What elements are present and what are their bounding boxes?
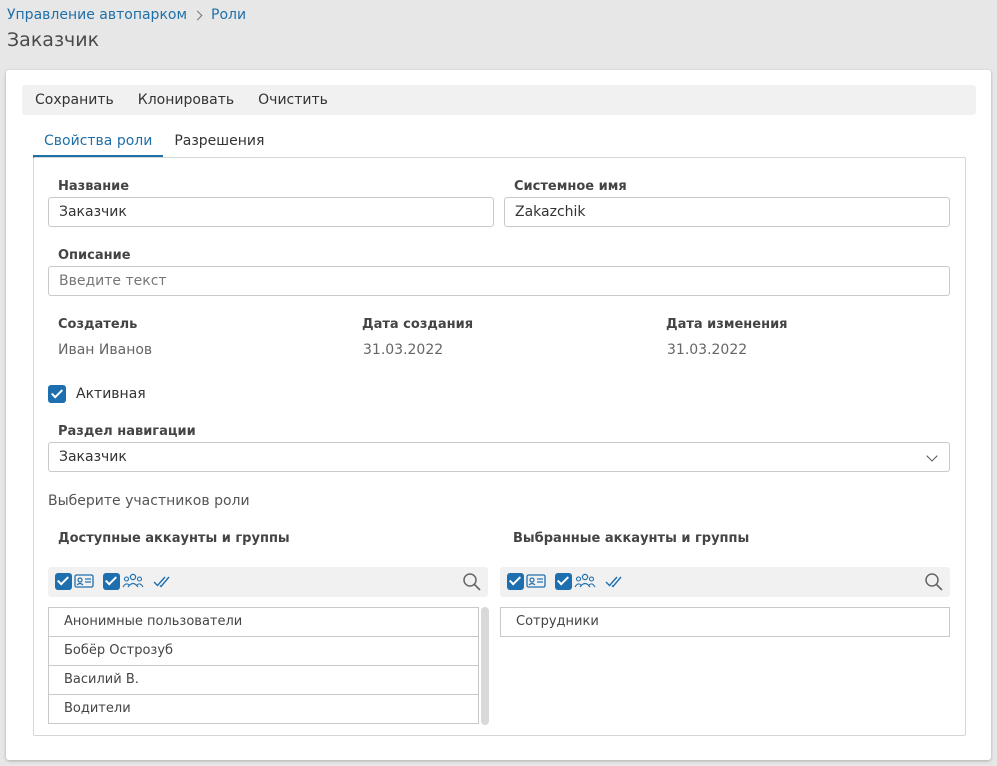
nav-section-select[interactable]: Заказчик bbox=[48, 442, 950, 472]
filter-accounts-checkbox[interactable] bbox=[55, 573, 72, 590]
page-title: Заказчик bbox=[7, 29, 100, 51]
tab-permissions[interactable]: Разрешения bbox=[163, 128, 275, 158]
double-check-icon[interactable] bbox=[605, 572, 623, 590]
chevron-right-icon bbox=[192, 10, 203, 20]
clone-button[interactable]: Клонировать bbox=[138, 92, 234, 108]
tabs: Свойства роли Разрешения bbox=[33, 128, 275, 158]
search-icon[interactable] bbox=[462, 572, 482, 592]
nav-section-label: Раздел навигации bbox=[58, 424, 196, 439]
active-checkbox[interactable] bbox=[48, 385, 66, 403]
breadcrumb: Управление автопарком Роли bbox=[7, 7, 246, 23]
available-title: Доступные аккаунты и группы bbox=[58, 531, 290, 546]
role-card: Сохранить Клонировать Очистить Свойства … bbox=[6, 70, 991, 760]
list-item[interactable]: Бобёр Острозуб bbox=[48, 636, 479, 666]
breadcrumb-current-link[interactable]: Роли bbox=[211, 7, 246, 23]
user-card-icon bbox=[74, 574, 94, 588]
selected-list: Сотрудники bbox=[500, 607, 950, 637]
created-date-label: Дата создания bbox=[362, 317, 474, 332]
save-button[interactable]: Сохранить bbox=[35, 92, 114, 108]
creator-value: Иван Иванов bbox=[58, 342, 153, 358]
description-label: Описание bbox=[58, 248, 131, 263]
breadcrumb-root-link[interactable]: Управление автопарком bbox=[7, 7, 187, 23]
users-group-icon bbox=[122, 573, 144, 588]
system-name-label: Системное имя bbox=[514, 179, 627, 194]
modified-date-label: Дата изменения bbox=[666, 317, 788, 332]
search-icon[interactable] bbox=[924, 572, 944, 592]
available-scrollbar[interactable] bbox=[481, 607, 489, 725]
members-heading: Выберите участников роли bbox=[48, 493, 250, 509]
users-group-icon bbox=[574, 573, 596, 588]
active-label: Активная bbox=[76, 386, 146, 402]
available-toolbar bbox=[48, 567, 488, 597]
list-item[interactable]: Анонимные пользователи bbox=[48, 607, 479, 637]
filter-groups-checkbox[interactable] bbox=[103, 573, 120, 590]
list-item[interactable]: Василий В. bbox=[48, 665, 479, 695]
role-properties-panel: Название Заказчик Системное имя Zakazchi… bbox=[33, 157, 966, 736]
modified-date-value: 31.03.2022 bbox=[667, 342, 748, 358]
double-check-icon[interactable] bbox=[153, 572, 171, 590]
selected-title: Выбранные аккаунты и группы bbox=[513, 531, 750, 546]
filter-groups-checkbox[interactable] bbox=[555, 573, 572, 590]
nav-section-value: Заказчик bbox=[59, 449, 127, 465]
filter-accounts-checkbox[interactable] bbox=[507, 573, 524, 590]
name-field[interactable]: Заказчик bbox=[48, 197, 494, 227]
tab-role-properties[interactable]: Свойства роли bbox=[33, 128, 164, 158]
description-field[interactable]: Введите текст bbox=[48, 266, 950, 296]
user-card-icon bbox=[526, 574, 546, 588]
creator-label: Создатель bbox=[58, 317, 138, 332]
system-name-field[interactable]: Zakazchik bbox=[504, 197, 950, 227]
created-date-value: 31.03.2022 bbox=[363, 342, 444, 358]
name-label: Название bbox=[58, 179, 130, 194]
clear-button[interactable]: Очистить bbox=[258, 92, 328, 108]
selected-toolbar bbox=[500, 567, 950, 597]
toolbar: Сохранить Клонировать Очистить bbox=[22, 85, 976, 115]
chevron-down-icon bbox=[926, 450, 938, 462]
list-item[interactable]: Сотрудники bbox=[500, 607, 950, 637]
list-item[interactable]: Водители bbox=[48, 694, 479, 724]
available-list: Анонимные пользователи Бобёр Острозуб Ва… bbox=[48, 607, 479, 724]
